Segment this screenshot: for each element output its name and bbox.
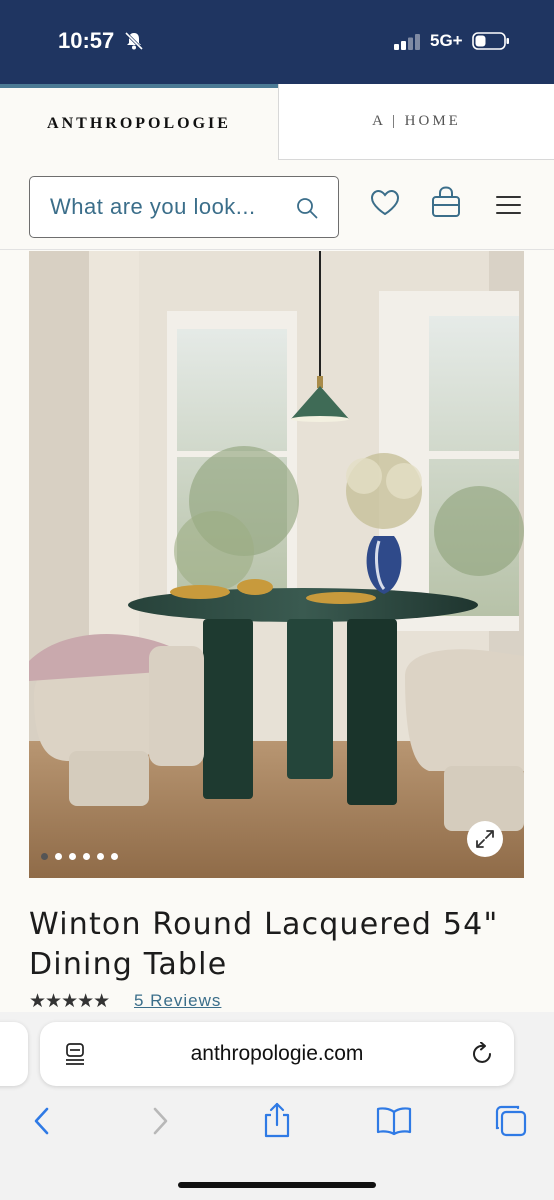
reviews-link[interactable]: 5 Reviews xyxy=(134,991,221,1011)
expand-icon xyxy=(476,830,494,848)
wishlist-heart-icon[interactable] xyxy=(370,189,400,217)
search-input[interactable] xyxy=(50,177,280,237)
reload-icon[interactable] xyxy=(472,1042,494,1066)
browser-toolbar: anthropologie.com xyxy=(0,1012,554,1200)
product-photo xyxy=(29,251,524,878)
bookmarks-icon[interactable] xyxy=(376,1106,412,1136)
pagination-dot[interactable] xyxy=(41,853,48,860)
tab-anthropologie[interactable]: ANTHROPOLOGIE xyxy=(0,84,278,160)
pagination-dot[interactable] xyxy=(83,853,90,860)
pagination-dot[interactable] xyxy=(69,853,76,860)
pagination-dot[interactable] xyxy=(111,853,118,860)
expand-image-button[interactable] xyxy=(467,821,503,857)
brand-tabs: ANTHROPOLOGIE A | HOME xyxy=(0,84,554,160)
address-bar[interactable]: anthropologie.com xyxy=(40,1022,514,1086)
hamburger-menu-icon[interactable] xyxy=(496,195,521,215)
pagination-dot[interactable] xyxy=(55,853,62,860)
share-icon[interactable] xyxy=(262,1102,292,1138)
status-time: 10:57 xyxy=(58,28,115,53)
rating-stars: ★★★★★ xyxy=(29,990,110,1013)
battery-icon xyxy=(472,32,509,50)
signal-icon xyxy=(394,34,420,50)
anthropologie-logo: ANTHROPOLOGIE xyxy=(47,115,231,132)
tab-a-home[interactable]: A | HOME xyxy=(278,84,554,160)
network-label: 5G+ xyxy=(430,31,463,50)
gallery-pagination-dots xyxy=(41,853,118,860)
back-icon[interactable] xyxy=(32,1106,50,1136)
product-image-gallery[interactable] xyxy=(29,251,524,878)
pagination-dot[interactable] xyxy=(97,853,104,860)
status-bar: 10:57 5G+ xyxy=(0,0,554,84)
rating-stars-text: ★★★★★ xyxy=(29,991,110,1012)
bell-muted-icon xyxy=(124,31,144,51)
previous-tab-preview[interactable] xyxy=(0,1022,28,1086)
search-icon[interactable] xyxy=(296,197,318,219)
forward-icon[interactable] xyxy=(152,1106,170,1136)
url-text: anthropologie.com xyxy=(190,1042,364,1065)
tabs-icon[interactable] xyxy=(494,1104,528,1138)
a-home-logo: A | HOME xyxy=(372,113,461,129)
search-box[interactable] xyxy=(29,176,339,238)
home-indicator[interactable] xyxy=(178,1182,376,1188)
product-title: Winton Round Lacquered 54" Dining Table xyxy=(29,907,499,982)
shopping-bag-icon[interactable] xyxy=(431,186,461,218)
site-header xyxy=(0,160,554,250)
